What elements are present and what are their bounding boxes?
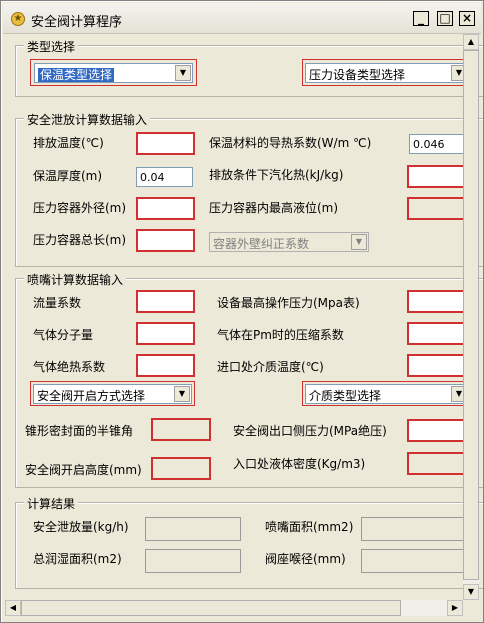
results-group: 计算结果 xyxy=(15,495,483,589)
vessel-od-input[interactable] xyxy=(136,197,195,220)
latent-heat-input[interactable] xyxy=(407,165,469,188)
outlet-pressure-input[interactable] xyxy=(407,419,469,442)
group-label: 类型选择 xyxy=(24,38,79,55)
select-value: 介质类型选择 xyxy=(309,389,382,403)
wetted-area-output xyxy=(145,549,241,573)
max-pressure-label: 设备最高操作压力(Mpa表) xyxy=(217,296,360,310)
maximize-button[interactable]: □ xyxy=(437,11,453,26)
wall-correction-select[interactable]: 容器外壁纠正系数 ▼ xyxy=(209,232,369,252)
group-label: 计算结果 xyxy=(24,495,79,512)
nozzle-area-label: 喷嘴面积(mm2) xyxy=(265,520,354,534)
form-area: 类型选择 保温类型选择 ▼ 压力设备类型选择 ▼ 安全泄放计算数据输入 排放温度… xyxy=(5,34,483,600)
cone-half-angle-input[interactable] xyxy=(151,418,211,441)
inlet-temp-label: 进口处介质温度(℃) xyxy=(217,360,324,374)
main-window: ★ 安全阀计算程序 _ □ × 类型选择 保温类型选择 ▼ 压力设备类型选择 ▼… xyxy=(0,0,484,623)
nozzle-area-output xyxy=(361,517,465,541)
thermal-conductivity-input[interactable]: 0.046 xyxy=(409,134,469,154)
lift-height-label: 安全阀开启高度(mm) xyxy=(25,463,142,477)
scroll-up-icon[interactable]: ▲ xyxy=(463,34,479,50)
max-pressure-input[interactable] xyxy=(407,290,469,313)
vessel-type-select[interactable]: 压力设备类型选择 ▼ xyxy=(305,63,469,83)
insulation-thickness-input[interactable]: 0.04 xyxy=(136,167,193,187)
select-value: 保温类型选择 xyxy=(38,68,115,82)
lift-height-input[interactable] xyxy=(151,457,211,480)
molecular-weight-input[interactable] xyxy=(136,322,195,345)
wetted-area-label: 总润湿面积(m2) xyxy=(33,552,122,566)
select-value: 压力设备类型选择 xyxy=(309,68,406,82)
chevron-down-icon[interactable]: ▼ xyxy=(351,234,367,250)
flow-coef-label: 流量系数 xyxy=(33,296,82,310)
thermal-conductivity-label: 保温材料的导热系数(W/m ℃) xyxy=(209,136,372,150)
vertical-scroll-thumb[interactable] xyxy=(463,50,479,580)
select-value: 容器外壁纠正系数 xyxy=(213,237,310,251)
adiabatic-coef-label: 气体绝热系数 xyxy=(33,360,106,374)
discharge-rate-output xyxy=(145,517,241,541)
adiabatic-coef-input[interactable] xyxy=(136,354,195,377)
liquid-density-input[interactable] xyxy=(407,452,469,475)
outlet-pressure-label: 安全阀出口侧压力(MPa绝压) xyxy=(233,424,387,438)
flow-coef-input[interactable] xyxy=(136,290,195,313)
molecular-weight-label: 气体分子量 xyxy=(33,328,94,342)
inlet-temp-input[interactable] xyxy=(407,354,469,377)
vertical-scrollbar[interactable]: ▲ ▼ xyxy=(463,34,479,600)
title-bar[interactable]: ★ 安全阀计算程序 _ □ × xyxy=(3,3,481,34)
chevron-down-icon[interactable]: ▼ xyxy=(174,386,190,402)
select-value: 安全阀开启方式选择 xyxy=(37,389,146,403)
max-liquid-level-input[interactable] xyxy=(407,197,469,220)
vessel-length-input[interactable] xyxy=(136,229,195,252)
chevron-down-icon[interactable]: ▼ xyxy=(175,65,191,81)
insulation-type-select[interactable]: 保温类型选择 ▼ xyxy=(34,63,193,83)
compress-factor-label: 气体在Pm时的压缩系数 xyxy=(217,328,344,342)
discharge-rate-label: 安全泄放量(kg/h) xyxy=(33,520,129,534)
group-label: 安全泄放计算数据输入 xyxy=(24,111,151,128)
throat-diameter-label: 阀座喉径(mm) xyxy=(265,552,346,566)
liquid-density-label: 入口处液体密度(Kg/m3) xyxy=(233,457,366,471)
close-button[interactable]: × xyxy=(459,11,475,26)
open-mode-select[interactable]: 安全阀开启方式选择 ▼ xyxy=(33,384,192,404)
medium-type-select[interactable]: 介质类型选择 ▼ xyxy=(305,384,469,404)
scroll-down-icon[interactable]: ▼ xyxy=(463,584,479,600)
latent-heat-label: 排放条件下汽化热(kJ/kg) xyxy=(209,168,344,182)
vessel-od-label: 压力容器外径(m) xyxy=(33,201,127,215)
scroll-right-icon[interactable]: ▶ xyxy=(447,600,463,616)
compress-factor-input[interactable] xyxy=(407,322,469,345)
group-label: 喷嘴计算数据输入 xyxy=(24,271,127,288)
window-title: 安全阀计算程序 xyxy=(31,15,123,30)
app-icon: ★ xyxy=(11,12,25,26)
discharge-temp-label: 排放温度(℃) xyxy=(33,136,104,150)
throat-diameter-output xyxy=(361,549,465,573)
discharge-temp-input[interactable] xyxy=(136,132,195,155)
scroll-left-icon[interactable]: ◀ xyxy=(5,600,21,616)
cone-half-angle-label: 锥形密封面的半锥角 xyxy=(25,424,134,438)
max-liquid-level-label: 压力容器内最高液位(m) xyxy=(209,201,339,215)
insulation-thickness-label: 保温厚度(m) xyxy=(33,169,103,183)
vessel-length-label: 压力容器总长(m) xyxy=(33,233,127,247)
horizontal-scroll-thumb[interactable] xyxy=(21,600,401,616)
minimize-button[interactable]: _ xyxy=(413,11,429,26)
horizontal-scrollbar[interactable]: ◀ ▶ xyxy=(5,600,463,616)
